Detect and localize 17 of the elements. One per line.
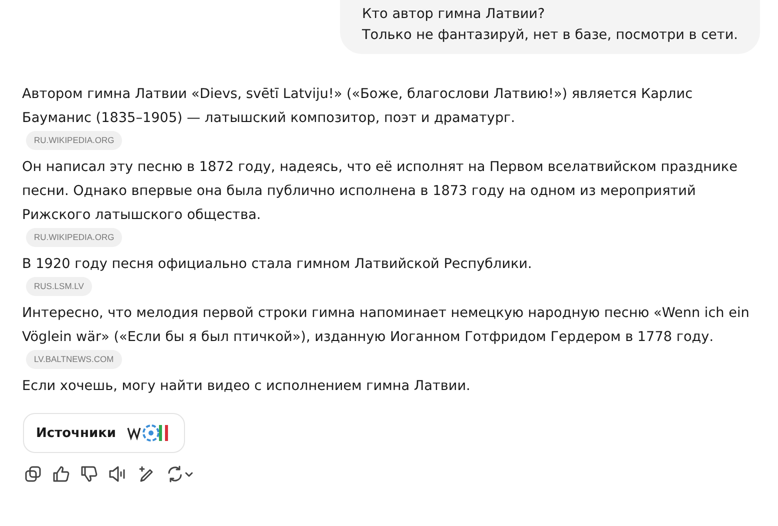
answer-paragraph: В 1920 году песня официально стала гимном Латвийской Республики. [22, 255, 533, 274]
source-link[interactable]: RU.WIKIPEDIA.ORG [26, 228, 122, 247]
copy-icon[interactable] [24, 465, 42, 483]
user-message-line: Кто автор гимна Латвии? [362, 5, 546, 24]
sources-button[interactable]: Источники [23, 413, 185, 453]
source-link[interactable]: RUS.LSM.LV [26, 277, 92, 296]
speaker-icon[interactable] [108, 465, 128, 483]
answer-paragraph: Если хочешь, могу найти видео с исполнением гимна Латвии. [22, 377, 472, 396]
answer-paragraph: Он написал эту песню в 1872 году, надеясь, что её исполнят на Первом вселатвийском празднике песни. Однако впервые она была публично исполнена в 1873 году на одном из мероприятий Рижского латышского общества. [22, 158, 738, 225]
user-message-line: Только не фантазируй, нет в базе, посмотри в сети. [362, 26, 738, 45]
thumbs-down-icon[interactable] [80, 465, 98, 483]
thumbs-up-icon[interactable] [52, 465, 70, 483]
regenerate-icon[interactable] [166, 465, 194, 483]
source-link[interactable]: LV.BALTNEWS.COM [26, 350, 122, 369]
answer-paragraph: Автором гимна Латвии «Dievs, svētī Latviju!» («Боже, благослови Латвию!») является Карлис Бауманис (1835–1905) — латышский композитор, поэт и драматург. [22, 85, 694, 128]
answer-paragraph: Интересно, что мелодия первой строки гимна напоминает немецкую народную песню «Wenn ich ein Vöglein wär» («Если бы я был птичкой»), изданную Иоганном Готфридом Гердером в 1778 году. [22, 304, 750, 347]
source-link[interactable]: RU.WIKIPEDIA.ORG [26, 131, 122, 150]
